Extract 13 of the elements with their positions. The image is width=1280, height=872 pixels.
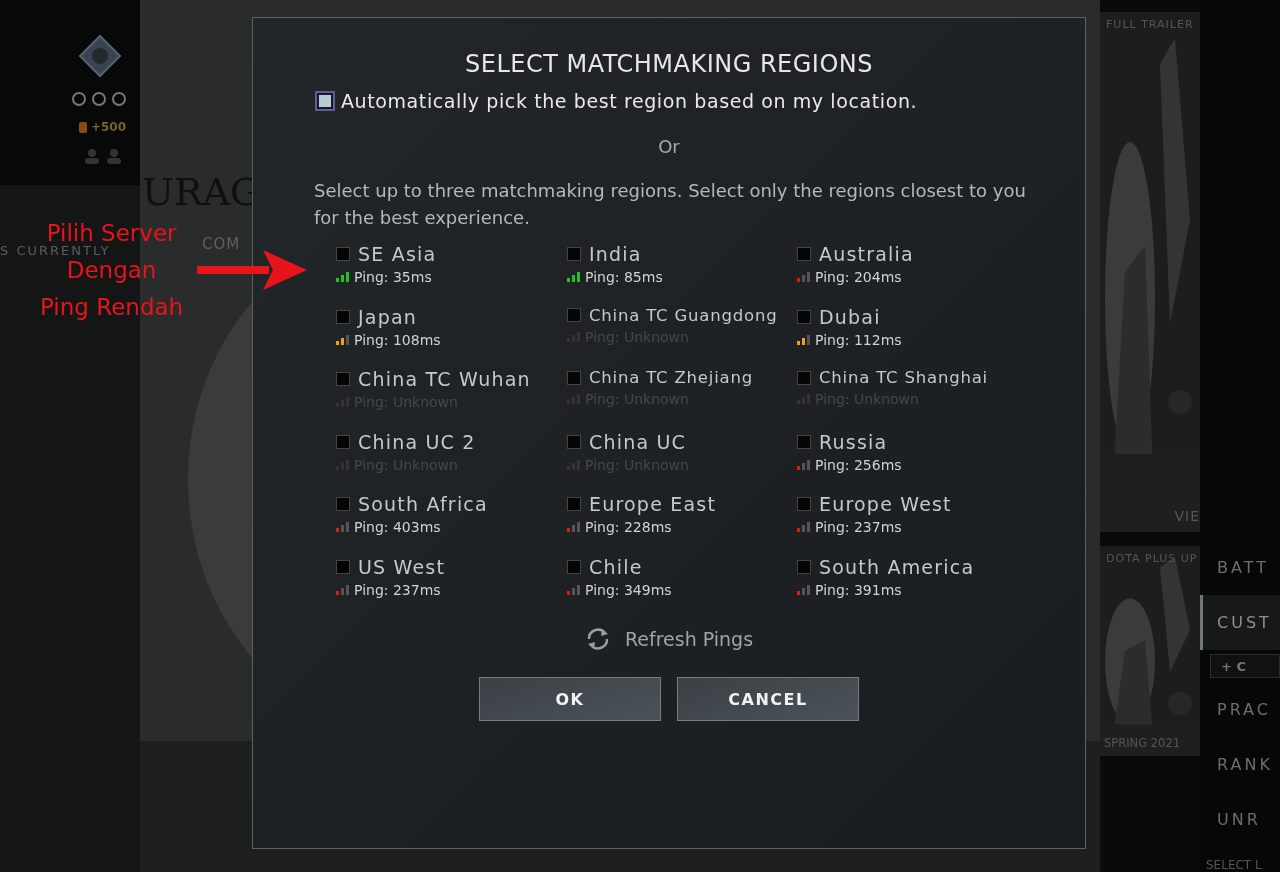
reward-amount: +500 <box>90 120 126 134</box>
annotation-text: Dengan <box>66 258 157 282</box>
tile-caption: FULL TRAILER <box>1106 18 1194 31</box>
tile-caption: DOTA PLUS UP <box>1106 552 1198 565</box>
mode-tab[interactable]: BATT <box>1200 540 1280 595</box>
mode-tab[interactable]: RANK <box>1200 737 1280 792</box>
create-button[interactable]: + C <box>1210 654 1280 678</box>
status-text: S CURRENTLY <box>0 245 112 257</box>
mode-tab[interactable]: UNR <box>1200 792 1280 847</box>
annotation-text: Pilih Server <box>46 221 177 245</box>
footer-text: SELECT L <box>1205 858 1263 872</box>
mode-tab[interactable]: CUST <box>1200 595 1280 650</box>
mode-tab[interactable]: PRAC <box>1200 682 1280 737</box>
